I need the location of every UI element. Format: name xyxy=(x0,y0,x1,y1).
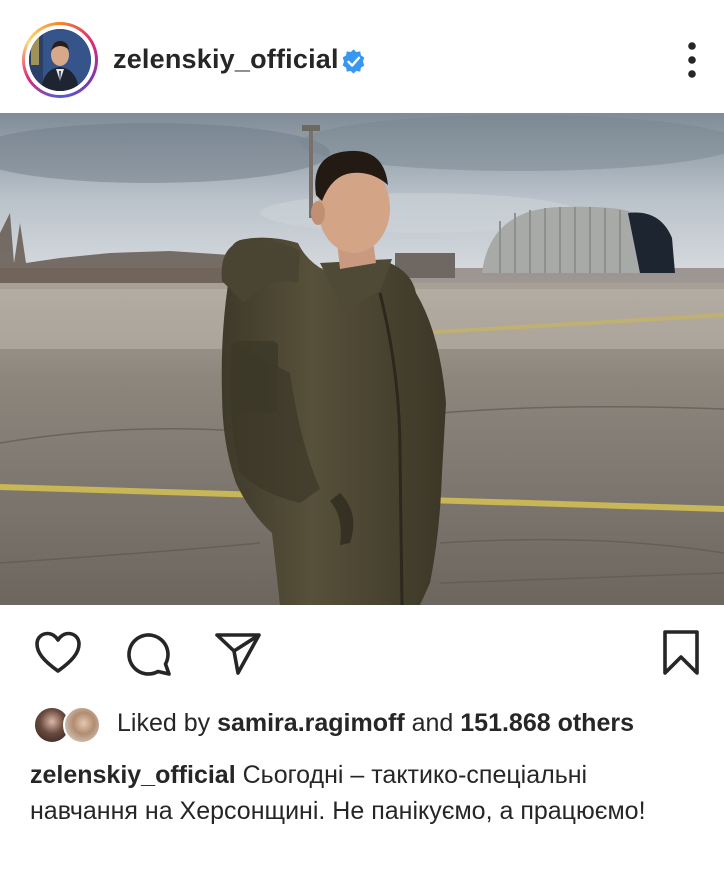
likes-prefix: Liked by xyxy=(117,709,211,737)
profile-avatar-story-ring[interactable] xyxy=(22,22,98,98)
post-username[interactable]: zelenskiy_official xyxy=(113,44,339,75)
avatar-photo xyxy=(29,29,91,91)
caption-username[interactable]: zelenskiy_official xyxy=(30,761,236,789)
send-icon[interactable] xyxy=(214,631,262,677)
post-header: zelenskiy_official xyxy=(0,0,724,113)
post-photo[interactable] xyxy=(0,113,724,605)
comment-icon[interactable] xyxy=(125,631,173,677)
more-options-icon[interactable] xyxy=(682,42,702,80)
liker-avatar-2[interactable] xyxy=(63,706,101,744)
liker-username[interactable]: samira.ragimoff xyxy=(217,709,405,737)
likes-summary[interactable]: Liked by samira.ragimoff and 151.868 oth… xyxy=(117,709,634,738)
verified-badge-icon xyxy=(342,49,365,74)
post-image xyxy=(0,113,724,605)
heart-icon[interactable] xyxy=(34,631,82,675)
likes-and: and xyxy=(411,709,454,737)
bookmark-icon[interactable] xyxy=(661,629,701,677)
profile-avatar xyxy=(29,29,91,91)
post-caption: zelenskiy_official Сьогодні – тактико-сп… xyxy=(30,757,700,829)
likes-count[interactable]: 151.868 others xyxy=(460,709,634,737)
post-action-bar xyxy=(0,605,724,695)
